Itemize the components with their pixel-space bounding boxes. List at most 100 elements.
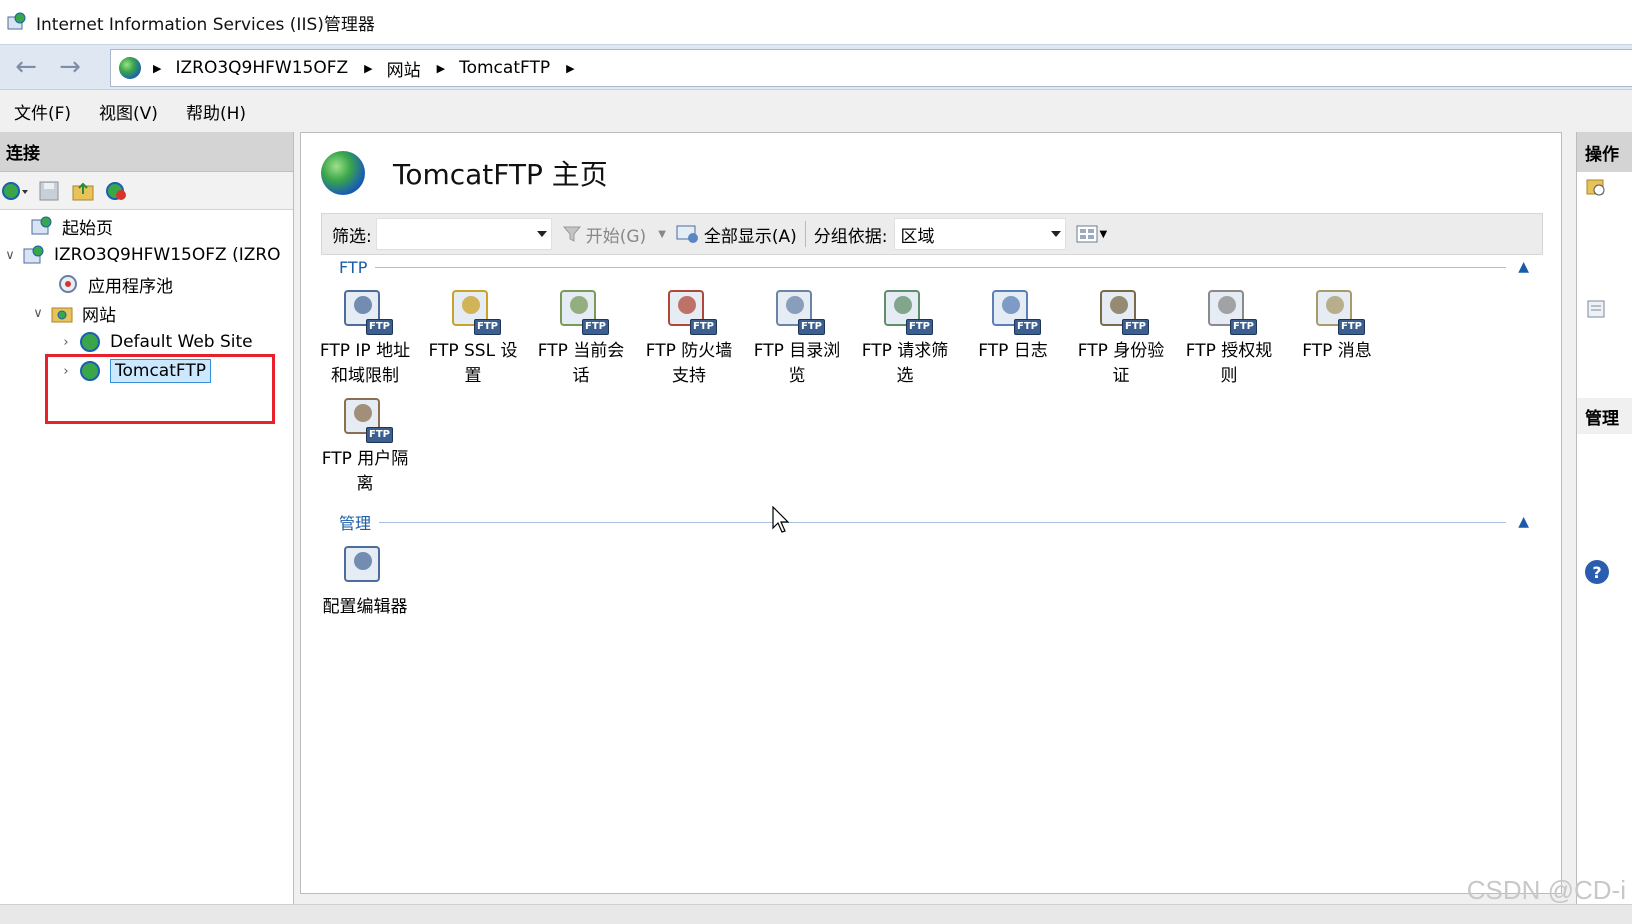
edit-permissions-icon[interactable] xyxy=(1585,298,1607,325)
expand-chevron-icon[interactable]: ∨ xyxy=(2,248,18,263)
tree-item-server[interactable]: ∨ IZRO3Q9HFW15OFZ (IZRO xyxy=(2,241,281,269)
manage-site-header: 管理 xyxy=(1577,398,1632,434)
forward-arrow-icon[interactable]: → xyxy=(48,51,92,83)
page-header: TomcatFTP 主页 xyxy=(321,151,608,195)
ftp-feature-8[interactable]: FTP FTP 授权规则 xyxy=(1175,283,1283,389)
section-ftp[interactable]: FTP ▲ xyxy=(339,256,1529,278)
breadcrumb-sites[interactable]: 网站 xyxy=(387,56,421,81)
breadcrumb-server[interactable]: IZRO3Q9HFW15OFZ xyxy=(175,58,348,78)
tree-item-default-web-site[interactable]: › Default Web Site xyxy=(58,328,253,356)
back-arrow-icon[interactable]: ← xyxy=(4,51,48,83)
ftp-feature-3[interactable]: FTP FTP 防火墙 支持 xyxy=(635,283,743,389)
connections-panel: 连接 起始页 ∨ IZRO3Q9HFW15OFZ (IZRO 应用程序池 ∨ 网… xyxy=(0,132,294,904)
ftp-feature-5[interactable]: FTP FTP 请求筛选 xyxy=(851,283,959,389)
status-bar xyxy=(0,904,1632,924)
ftp-badge: FTP xyxy=(1338,319,1365,335)
collapse-chevron-up-icon[interactable]: ▲ xyxy=(1518,259,1529,275)
dropdown-arrow-icon[interactable]: ▼ xyxy=(658,229,666,240)
tree-item-start-page[interactable]: 起始页 xyxy=(10,212,113,240)
tree-item-sites[interactable]: ∨ 网站 xyxy=(30,299,116,327)
feature-label-line2: 和域限制 xyxy=(331,366,399,386)
tree-label-app-pools: 应用程序池 xyxy=(88,276,173,297)
ftp-feature-icon: FTP xyxy=(663,283,717,335)
ftp-feature-icon: FTP xyxy=(339,391,393,443)
actions-panel: 操作 管理 ? xyxy=(1576,132,1632,904)
menu-file[interactable]: 文件(F) xyxy=(14,99,71,124)
feature-label-line2: 支持 xyxy=(672,366,706,386)
start-page-icon xyxy=(30,215,54,237)
app-pool-icon xyxy=(56,273,80,295)
feature-label-line1: FTP 当前会 xyxy=(537,341,625,361)
dropdown-arrow-icon[interactable] xyxy=(1050,231,1061,237)
tree-item-app-pools[interactable]: 应用程序池 xyxy=(36,270,173,298)
tree-label-sites: 网站 xyxy=(82,305,116,326)
ftp-badge: FTP xyxy=(906,319,933,335)
iis-manager-icon xyxy=(6,11,28,33)
ftp-badge: FTP xyxy=(474,319,501,335)
feature-label-line2: 证 xyxy=(1112,366,1130,386)
ftp-feature-9[interactable]: FTP FTP 消息 xyxy=(1283,283,1391,364)
feature-label-line2: 览 xyxy=(788,366,806,386)
breadcrumb[interactable]: ▶ IZRO3Q9HFW15OFZ ▶ 网站 ▶ TomcatFTP ▶ xyxy=(110,49,1632,87)
ftp-feature-4[interactable]: FTP FTP 目录浏览 xyxy=(743,283,851,389)
feature-label-line2: 话 xyxy=(572,366,590,386)
ftp-feature-2[interactable]: FTP FTP 当前会话 xyxy=(527,283,635,389)
ftp-feature-1[interactable]: FTP FTP SSL 设置 xyxy=(419,283,527,389)
dropdown-arrow-icon[interactable] xyxy=(536,231,547,237)
go-button[interactable]: 开始(G) ▼ xyxy=(562,222,666,247)
main-panel: TomcatFTP 主页 筛选: 开始(G) ▼ 全部显示(A) 分组依据: 区… xyxy=(300,132,1562,894)
feature-label-line1: FTP SSL 设 xyxy=(428,341,518,361)
manage-feature-0[interactable]: 配置编辑器 xyxy=(311,539,419,620)
collapse-chevron-up-icon[interactable]: ▲ xyxy=(1518,514,1529,530)
view-mode-button[interactable]: ▼ xyxy=(1076,224,1108,244)
ftp-feature-0[interactable]: FTP FTP IP 地址 和域限制 xyxy=(311,283,419,389)
ftp-feature-7[interactable]: FTP FTP 身份验证 xyxy=(1067,283,1175,389)
menu-help[interactable]: 帮助(H) xyxy=(186,99,246,124)
feature-label-line1: 配置编辑器 xyxy=(322,597,408,617)
connections-toolbar xyxy=(0,172,293,210)
ftp-feature-10[interactable]: FTP FTP 用户隔离 xyxy=(311,391,419,497)
feature-label-line1: FTP IP 地址 xyxy=(319,341,411,361)
ftp-feature-icon: FTP xyxy=(1311,283,1365,335)
group-by-label: 分组依据: xyxy=(813,226,888,247)
section-manage-label: 管理 xyxy=(339,514,372,533)
ftp-feature-icon: FTP xyxy=(879,283,933,335)
manage-feature-icon xyxy=(339,539,391,591)
help-icon[interactable]: ? xyxy=(1585,560,1609,584)
window-title: Internet Information Services (IIS)管理器 xyxy=(36,14,375,35)
disconnect-icon[interactable] xyxy=(104,178,130,204)
tree-label-server: IZRO3Q9HFW15OFZ (IZRO xyxy=(54,245,281,265)
toolbar-separator xyxy=(804,221,806,247)
sites-folder-icon xyxy=(50,302,74,324)
ftp-badge: FTP xyxy=(366,427,393,443)
ftp-badge: FTP xyxy=(1230,319,1257,335)
group-by-select[interactable]: 区域 xyxy=(893,218,1066,250)
explore-icon[interactable] xyxy=(1585,176,1607,203)
section-manage[interactable]: 管理 ▲ xyxy=(339,511,1529,533)
ftp-feature-icon: FTP xyxy=(771,283,825,335)
view-grid-icon xyxy=(1076,225,1098,243)
chevron-right-icon[interactable]: › xyxy=(58,335,74,350)
dropdown-arrow-icon[interactable]: ▼ xyxy=(1100,229,1108,240)
section-ftp-label: FTP xyxy=(339,257,368,277)
funnel-icon xyxy=(562,226,581,242)
feature-label-line2: 置 xyxy=(464,366,482,386)
feature-label-line1: FTP 日志 xyxy=(978,341,1048,361)
breadcrumb-arrow-icon[interactable]: ▶ xyxy=(566,62,574,75)
folder-up-icon[interactable] xyxy=(70,178,96,204)
title-bar: Internet Information Services (IIS)管理器 xyxy=(0,0,1632,44)
breadcrumb-tomcatftp[interactable]: TomcatFTP xyxy=(459,58,550,78)
feature-label-line1: FTP 请求筛 xyxy=(861,341,949,361)
connect-globe-icon[interactable] xyxy=(2,178,28,204)
save-icon[interactable] xyxy=(36,178,62,204)
ftp-feature-6[interactable]: FTP FTP 日志 xyxy=(959,283,1067,364)
feature-label-line1: FTP 目录浏 xyxy=(753,341,841,361)
expand-chevron-icon[interactable]: ∨ xyxy=(30,306,46,321)
filter-input[interactable] xyxy=(375,218,552,250)
filter-label: 筛选: xyxy=(332,226,372,247)
globe-icon xyxy=(78,331,102,353)
feature-label-line2: 则 xyxy=(1220,366,1238,386)
menu-view[interactable]: 视图(V) xyxy=(99,99,158,124)
feature-label-line1: FTP 防火墙 xyxy=(645,341,733,361)
show-all-button[interactable]: 全部显示(A) xyxy=(676,222,797,247)
